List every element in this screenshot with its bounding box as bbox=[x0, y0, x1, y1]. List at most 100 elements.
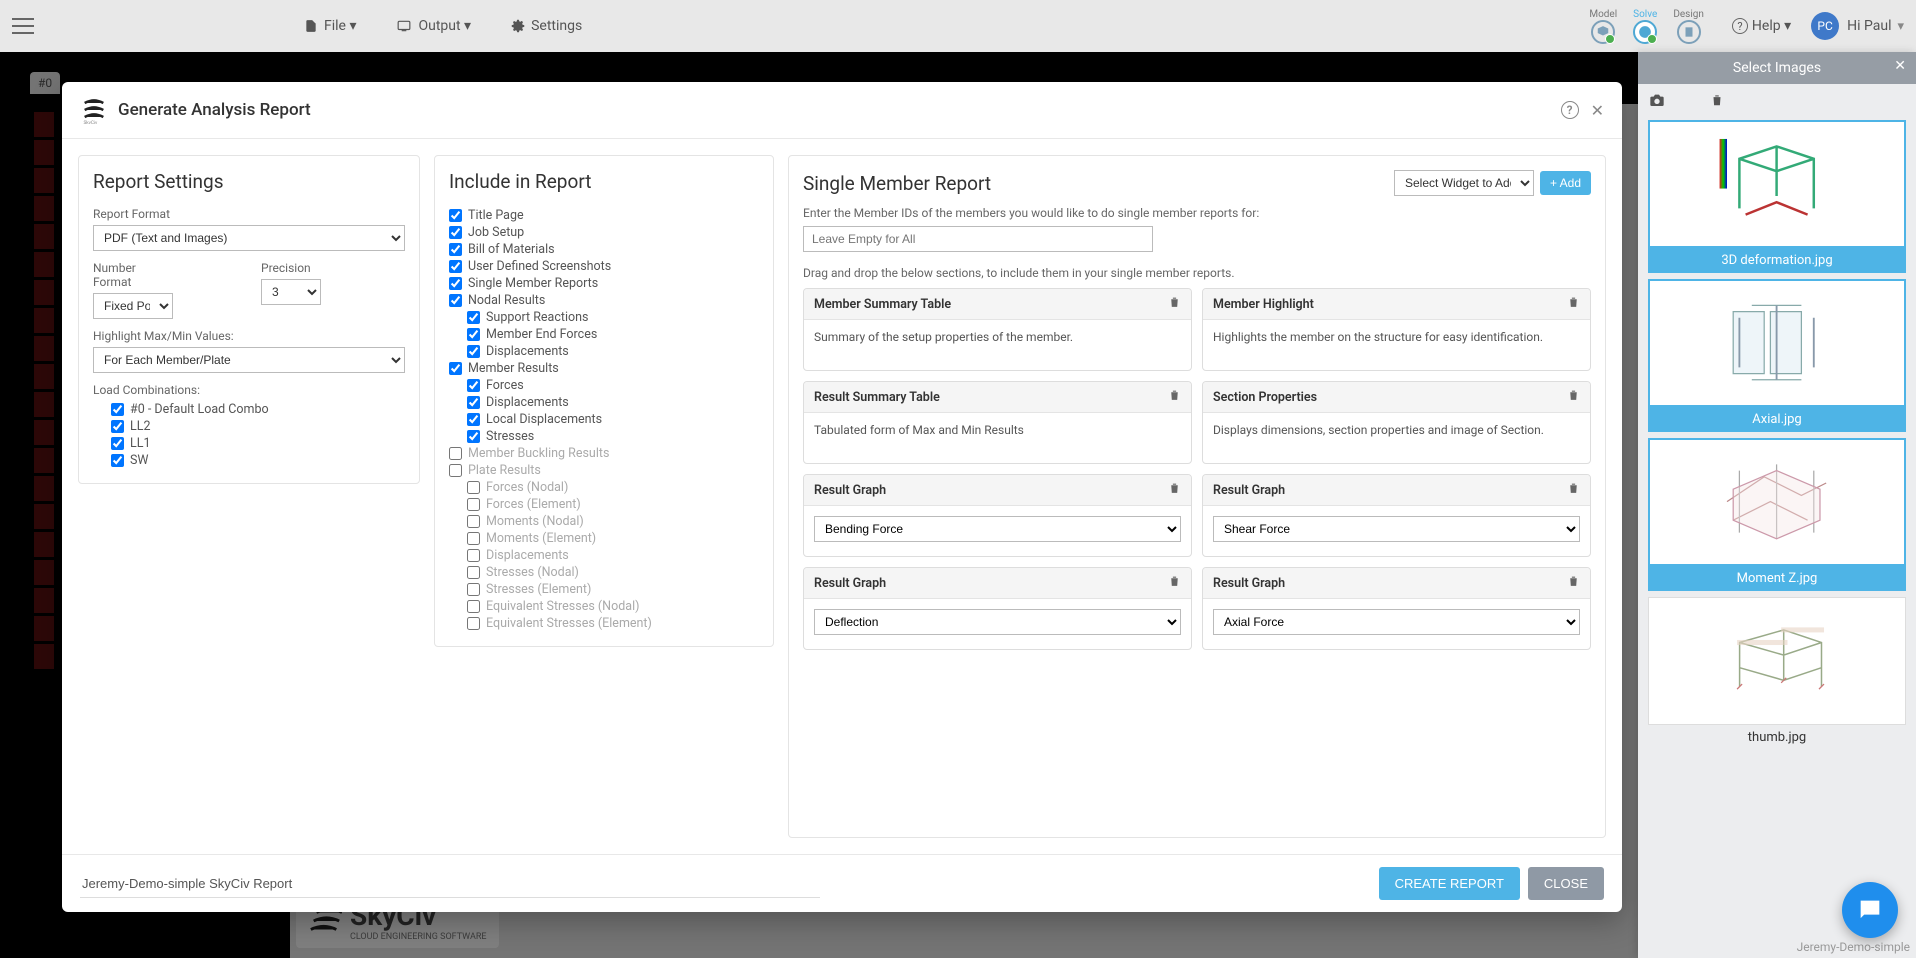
widget-card[interactable]: Member Highlight Highlights the member on… bbox=[1202, 288, 1591, 371]
stage-solve-icon[interactable] bbox=[1633, 20, 1657, 44]
widget-card[interactable]: Result GraphDeflection bbox=[803, 567, 1192, 650]
widget-card[interactable]: Member Summary TableSummary of the setup… bbox=[803, 288, 1192, 371]
download-icon[interactable] bbox=[1680, 92, 1696, 112]
delete-icon[interactable] bbox=[1710, 92, 1724, 112]
load-combo-item[interactable]: LL1 bbox=[111, 435, 405, 452]
generate-report-modal: SkyCiv Generate Analysis Report ? ✕ Repo… bbox=[62, 82, 1622, 912]
thumbnail-item[interactable]: Moment Z.jpg bbox=[1648, 438, 1906, 591]
create-report-button[interactable]: CREATE REPORT bbox=[1379, 867, 1520, 900]
close-modal-button[interactable]: CLOSE bbox=[1528, 867, 1604, 900]
chk-buckling[interactable]: Member Buckling Results bbox=[449, 445, 759, 462]
widget-card[interactable]: Result Summary TableTabulated form of Ma… bbox=[803, 381, 1192, 464]
chk-member-end-forces[interactable]: Member End Forces bbox=[449, 326, 759, 343]
result-graph-select[interactable]: Bending Force bbox=[814, 516, 1181, 542]
member-ids-input[interactable] bbox=[803, 226, 1153, 252]
trash-icon[interactable] bbox=[1168, 295, 1181, 313]
menu-output[interactable]: Output ▾ bbox=[396, 18, 471, 34]
widget-card-title: Result Graph bbox=[1213, 576, 1285, 591]
number-format-select[interactable]: Fixed Point bbox=[93, 293, 173, 319]
thumbnail-image bbox=[1648, 438, 1906, 566]
thumbnail-item[interactable]: 3D deformation.jpg bbox=[1648, 120, 1906, 273]
trash-icon[interactable] bbox=[1567, 295, 1580, 313]
chk-uds[interactable]: User Defined Screenshots bbox=[449, 258, 759, 275]
stage-model-icon[interactable] bbox=[1591, 20, 1615, 44]
chk-member-results[interactable]: Member Results bbox=[449, 360, 759, 377]
stage-design-icon[interactable] bbox=[1677, 20, 1701, 44]
chk-nodal-results[interactable]: Nodal Results bbox=[449, 292, 759, 309]
load-combo-item[interactable]: #0 - Default Load Combo bbox=[111, 401, 405, 418]
chk-moments-element[interactable]: Moments (Element) bbox=[449, 530, 759, 547]
add-widget-button[interactable]: + Add bbox=[1540, 171, 1591, 195]
help-button[interactable]: ? Help ▾ bbox=[1732, 18, 1791, 34]
chk-support-reactions[interactable]: Support Reactions bbox=[449, 309, 759, 326]
side-panel-close-icon[interactable]: ✕ bbox=[1894, 58, 1906, 74]
chk-eq-stresses-nodal[interactable]: Equivalent Stresses (Nodal) bbox=[449, 598, 759, 615]
result-graph-select[interactable]: Deflection bbox=[814, 609, 1181, 635]
trash-icon[interactable] bbox=[1567, 388, 1580, 406]
chk-plate-results[interactable]: Plate Results bbox=[449, 462, 759, 479]
chk-local-disp[interactable]: Local Displacements bbox=[449, 411, 759, 428]
chk-displacements[interactable]: Displacements bbox=[449, 343, 759, 360]
chat-bubble-icon[interactable] bbox=[1842, 882, 1898, 938]
thumbnail-label: Moment Z.jpg bbox=[1648, 566, 1906, 591]
widget-card[interactable]: Result Graph Axial Force bbox=[1202, 567, 1591, 650]
result-graph-select[interactable]: Axial Force bbox=[1213, 609, 1580, 635]
avatar[interactable]: PC bbox=[1811, 12, 1839, 40]
load-combo-item[interactable]: SW bbox=[111, 452, 405, 469]
trash-icon[interactable] bbox=[1567, 574, 1580, 592]
select-images-panel: Select Images ✕ 3D deformation.jpg Axial.… bbox=[1638, 52, 1916, 958]
chk-moments-nodal[interactable]: Moments (Nodal) bbox=[449, 513, 759, 530]
chk-forces-element[interactable]: Forces (Element) bbox=[449, 496, 759, 513]
chk-stresses-element[interactable]: Stresses (Element) bbox=[449, 581, 759, 598]
modal-close-icon[interactable]: ✕ bbox=[1591, 101, 1604, 120]
single-member-report-panel: Single Member Report Select Widget to Ad… bbox=[788, 155, 1606, 838]
report-settings-panel: Report Settings Report Format PDF (Text … bbox=[78, 155, 420, 484]
thumbnail-item[interactable]: Axial.jpg bbox=[1648, 279, 1906, 432]
widget-card-body: Highlights the member on the structure f… bbox=[1203, 320, 1590, 370]
highlight-select[interactable]: For Each Member/Plate bbox=[93, 347, 405, 373]
hamburger-icon[interactable] bbox=[12, 18, 34, 34]
trash-icon[interactable] bbox=[1168, 388, 1181, 406]
report-settings-heading: Report Settings bbox=[93, 170, 405, 193]
trash-icon[interactable] bbox=[1567, 481, 1580, 499]
load-combo-item[interactable]: LL2 bbox=[111, 418, 405, 435]
svg-text:SkyCiv: SkyCiv bbox=[84, 120, 98, 124]
chk-smr[interactable]: Single Member Reports bbox=[449, 275, 759, 292]
thumbnail-label: 3D deformation.jpg bbox=[1648, 248, 1906, 273]
stage-model-label: Model bbox=[1589, 9, 1617, 20]
menu-file[interactable]: File ▾ bbox=[304, 18, 356, 34]
trash-icon[interactable] bbox=[1168, 481, 1181, 499]
trash-icon[interactable] bbox=[1168, 574, 1181, 592]
project-name-label: Jeremy-Demo-simple bbox=[1797, 940, 1910, 954]
greeting: Hi Paul bbox=[1847, 18, 1891, 34]
camera-icon[interactable] bbox=[1648, 92, 1666, 112]
menu-settings[interactable]: Settings bbox=[511, 18, 582, 34]
select-images-title: Select Images bbox=[1733, 60, 1821, 76]
modal-help-icon[interactable]: ? bbox=[1561, 101, 1579, 119]
chk-bom[interactable]: Bill of Materials bbox=[449, 241, 759, 258]
number-format-label: Number Format bbox=[93, 261, 173, 289]
chk-displacements3[interactable]: Displacements bbox=[449, 547, 759, 564]
thumbnail-label: thumb.jpg bbox=[1648, 725, 1906, 750]
chk-stresses-nodal[interactable]: Stresses (Nodal) bbox=[449, 564, 759, 581]
widget-card[interactable]: Result GraphBending Force bbox=[803, 474, 1192, 557]
chk-title-page[interactable]: Title Page bbox=[449, 207, 759, 224]
chk-forces-nodal[interactable]: Forces (Nodal) bbox=[449, 479, 759, 496]
report-name-input[interactable] bbox=[80, 870, 820, 898]
thumbnail-item[interactable]: thumb.jpg bbox=[1648, 597, 1906, 750]
widget-type-select[interactable]: Select Widget to Add bbox=[1394, 170, 1534, 196]
chk-forces[interactable]: Forces bbox=[449, 377, 759, 394]
chk-job-setup[interactable]: Job Setup bbox=[449, 224, 759, 241]
precision-select[interactable]: 3 bbox=[261, 279, 321, 305]
widget-card[interactable]: Section PropertiesDisplays dimensions, s… bbox=[1202, 381, 1591, 464]
chk-stresses[interactable]: Stresses bbox=[449, 428, 759, 445]
widget-card-body: Displays dimensions, section properties … bbox=[1203, 413, 1590, 463]
result-graph-select[interactable]: Shear Force bbox=[1213, 516, 1580, 542]
report-format-select[interactable]: PDF (Text and Images) bbox=[93, 225, 405, 251]
member-ids-desc: Enter the Member IDs of the members you … bbox=[803, 206, 1591, 220]
brand-icon: SkyCiv bbox=[80, 96, 108, 124]
chk-displacements2[interactable]: Displacements bbox=[449, 394, 759, 411]
chk-eq-stresses-element[interactable]: Equivalent Stresses (Element) bbox=[449, 615, 759, 632]
widget-card[interactable]: Result GraphShear Force bbox=[1202, 474, 1591, 557]
widget-card-title: Member Highlight bbox=[1213, 297, 1314, 312]
